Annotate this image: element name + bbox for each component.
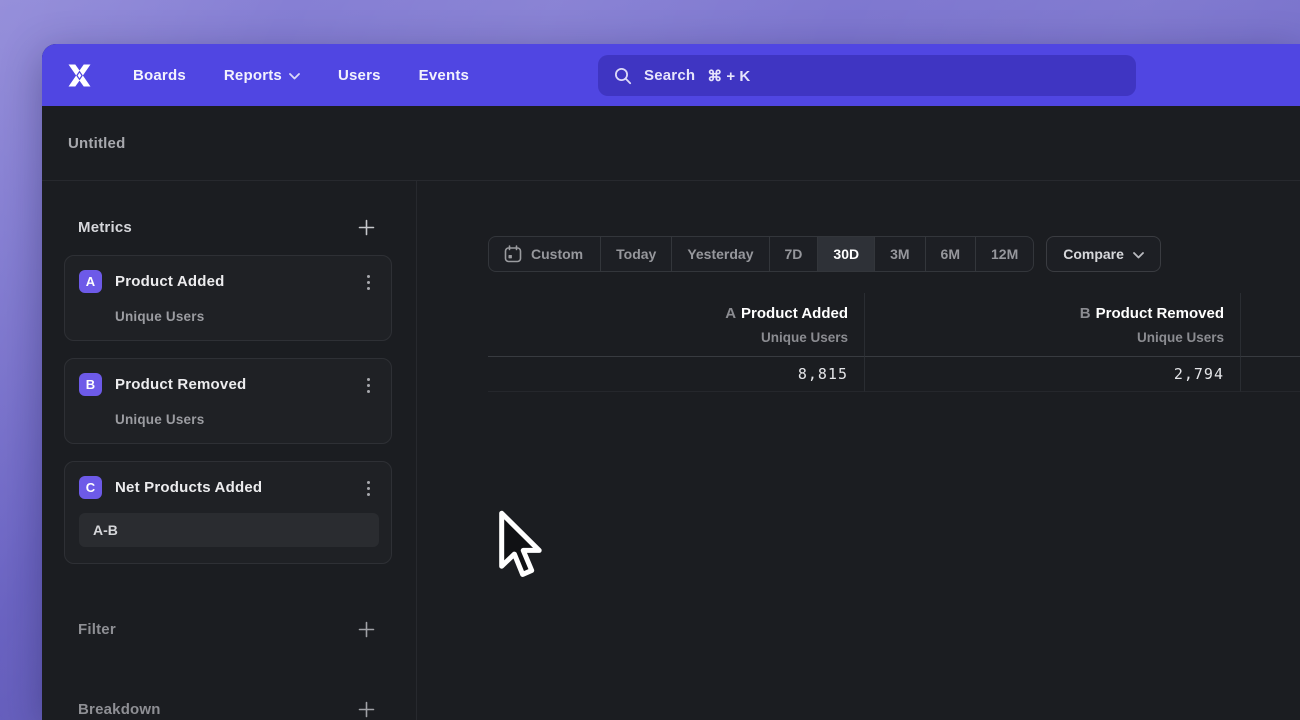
metric-card-a[interactable]: A Product Added Unique Users [64, 255, 392, 341]
nav-item-label: Events [419, 67, 469, 84]
add-metric-button[interactable] [356, 217, 376, 237]
value-cell-b: 2,794 [865, 357, 1241, 392]
metric-measure[interactable]: Unique Users [115, 309, 377, 324]
nav-item-boards[interactable]: Boards [133, 67, 186, 84]
results-table: A Product Added Unique Users B Product Rem… [488, 293, 1300, 392]
range-label: 6M [941, 246, 960, 262]
plus-icon [358, 701, 375, 718]
column-letter: A [725, 305, 736, 322]
board-title[interactable]: Untitled [68, 135, 125, 152]
plus-icon [358, 219, 375, 236]
metric-name: Product Added [115, 273, 225, 290]
range-label: Yesterday [687, 246, 753, 262]
metric-options-button[interactable] [359, 478, 377, 498]
column-name: Product Removed [1096, 305, 1224, 322]
top-nav: Boards Reports Users Events Search ⌘ + K [42, 44, 1300, 106]
metric-options-button[interactable] [359, 375, 377, 395]
metric-badge: B [79, 373, 102, 396]
range-label: 30D [833, 246, 859, 262]
nav-item-reports[interactable]: Reports [224, 67, 300, 84]
board-header: Untitled [42, 106, 1300, 181]
search-input[interactable]: Search ⌘ + K [598, 55, 1136, 96]
nav-item-users[interactable]: Users [338, 67, 381, 84]
metric-name: Net Products Added [115, 479, 262, 496]
range-custom[interactable]: Custom [489, 237, 600, 271]
date-range-picker: Custom Today Yesterday 7D 30D 3M 6M 12M [488, 236, 1034, 272]
range-6m[interactable]: 6M [925, 237, 975, 271]
range-label: 12M [991, 246, 1018, 262]
column-header-a: A Product Added Unique Users [488, 293, 865, 357]
breakdown-label: Breakdown [78, 701, 161, 718]
nav-item-label: Boards [133, 67, 186, 84]
metric-badge: C [79, 476, 102, 499]
compare-button[interactable]: Compare [1046, 236, 1161, 272]
metric-name: Product Removed [115, 376, 246, 393]
column-measure: Unique Users [865, 327, 1224, 349]
add-filter-button[interactable] [356, 619, 376, 639]
nav-item-label: Reports [224, 67, 282, 84]
chevron-down-icon [1133, 252, 1144, 259]
range-label: Today [616, 246, 656, 262]
metric-badge: A [79, 270, 102, 293]
range-7d[interactable]: 7D [769, 237, 818, 271]
column-letter: B [1080, 305, 1091, 322]
breakdown-section-header: Breakdown [42, 691, 416, 720]
range-label: Custom [531, 246, 583, 262]
calendar-icon [504, 245, 522, 263]
range-yesterday[interactable]: Yesterday [671, 237, 768, 271]
metrics-section-header: Metrics [42, 209, 416, 245]
search-icon [614, 67, 632, 85]
chevron-down-icon [289, 73, 300, 80]
value-cell-stub [1241, 357, 1300, 392]
search-placeholder: Search [644, 67, 695, 84]
filter-label: Filter [78, 621, 116, 638]
range-12m[interactable]: 12M [975, 237, 1033, 271]
compare-label: Compare [1063, 246, 1124, 262]
column-header-b: B Product Removed Unique Users [865, 293, 1241, 357]
nav-item-label: Users [338, 67, 381, 84]
column-name: Product Added [741, 305, 848, 322]
nav-item-events[interactable]: Events [419, 67, 469, 84]
formula-input[interactable]: A-B [79, 513, 379, 547]
filter-section-header: Filter [42, 611, 416, 647]
metric-options-button[interactable] [359, 272, 377, 292]
query-sidebar: Metrics A Product Added Unique Use [42, 181, 417, 720]
column-measure: Unique Users [488, 327, 848, 349]
range-label: 3M [890, 246, 909, 262]
metric-card-c[interactable]: C Net Products Added A-B [64, 461, 392, 564]
range-30d-selected[interactable]: 30D [817, 237, 874, 271]
metric-measure[interactable]: Unique Users [115, 412, 377, 427]
metric-card-b[interactable]: B Product Removed Unique Users [64, 358, 392, 444]
date-toolbar: Custom Today Yesterday 7D 30D 3M 6M 12M … [488, 236, 1161, 272]
value-cell-a: 8,815 [488, 357, 865, 392]
range-label: 7D [785, 246, 803, 262]
search-shortcut: ⌘ + K [707, 67, 750, 85]
mixpanel-logo-icon[interactable] [66, 62, 93, 89]
range-3m[interactable]: 3M [874, 237, 924, 271]
metrics-label: Metrics [78, 219, 132, 236]
plus-icon [358, 621, 375, 638]
add-breakdown-button[interactable] [356, 699, 376, 719]
column-header-stub [1241, 293, 1300, 357]
range-today[interactable]: Today [600, 237, 671, 271]
report-main: Custom Today Yesterday 7D 30D 3M 6M 12M … [417, 181, 1300, 720]
nav-items: Boards Reports Users Events [133, 67, 469, 84]
app-window: Boards Reports Users Events Search ⌘ + K [42, 44, 1300, 720]
